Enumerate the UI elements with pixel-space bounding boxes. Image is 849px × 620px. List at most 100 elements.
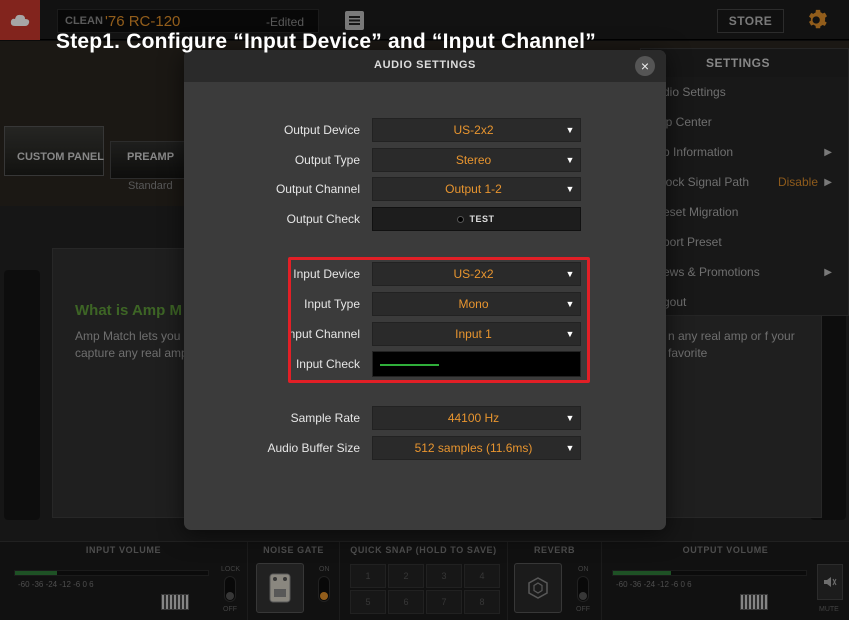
preamp-mode: Standard	[128, 180, 173, 192]
bottom-bar: INPUT VOLUME -60 -36 -24 -12 -6 0 6 LOCK…	[0, 541, 849, 620]
output-meter-ticks: -60 -36 -24 -12 -6 0 6	[616, 580, 692, 589]
input-volume-fader[interactable]	[161, 594, 189, 610]
output-device-value: US-2x2	[453, 123, 494, 137]
amp-match-text: Amp Match lets you capture any real amp	[75, 329, 188, 360]
buffer-size-dropdown[interactable]: 512 samples (11.6ms) ▼	[372, 436, 581, 460]
chevron-down-icon: ▼	[565, 413, 575, 423]
test-button-label: TEST	[469, 214, 495, 224]
menu-item-app-information[interactable]: p Information ▶	[641, 137, 848, 167]
noise-gate-toggle[interactable]	[318, 576, 330, 602]
menu-item-preset-migration[interactable]: eset Migration	[641, 197, 848, 227]
custom-panel-label[interactable]: CUSTOM PANEL	[17, 151, 104, 163]
on-label: ON	[319, 566, 330, 573]
preset-list-button[interactable]	[345, 11, 364, 30]
snap-slot[interactable]: 8	[464, 590, 500, 614]
menu-item-label: dio Settings	[663, 85, 726, 99]
lock-label: LOCK	[221, 566, 241, 573]
close-icon[interactable]: ×	[635, 56, 655, 76]
output-type-value: Stereo	[455, 153, 492, 167]
mute-label: MUTE	[819, 606, 839, 613]
menu-item-label: port Preset	[663, 235, 722, 249]
dialog-header: AUDIO SETTINGS ×	[184, 50, 666, 82]
preamp-label[interactable]: PREAMP	[127, 151, 174, 163]
chevron-right-icon: ▶	[824, 146, 832, 158]
reverb-toggle[interactable]	[577, 576, 589, 602]
output-volume-title: OUTPUT VOLUME	[682, 545, 769, 555]
off-label: OFF	[576, 606, 590, 613]
speaker-icon	[824, 577, 837, 587]
input-lock-toggle[interactable]	[224, 576, 236, 602]
preset-category: CLEAN	[65, 15, 103, 27]
settings-menu-title: SETTINGS	[641, 49, 848, 77]
gear-icon[interactable]	[807, 9, 829, 31]
input-meter-ticks: -60 -36 -24 -12 -6 0 6	[18, 580, 94, 589]
output-volume-section: OUTPUT VOLUME -60 -36 -24 -12 -6 0 6	[602, 542, 849, 620]
highlight-annotation	[288, 257, 590, 383]
output-type-dropdown[interactable]: Stereo ▼	[372, 148, 581, 172]
menu-item-audio-settings[interactable]: dio Settings	[641, 77, 848, 107]
output-volume-fader[interactable]	[740, 594, 768, 610]
reverb-title: REVERB	[533, 545, 576, 555]
buffer-size-value: 512 samples (11.6ms)	[414, 441, 533, 455]
menu-item-label: p Information	[663, 145, 734, 159]
output-channel-label: Output Channel	[275, 182, 360, 196]
noise-gate-button[interactable]	[256, 563, 304, 613]
menu-item-label: lp Center	[663, 115, 712, 129]
snap-slot[interactable]: 2	[388, 564, 424, 588]
input-level-meter	[14, 570, 209, 576]
output-type-label: Output Type	[294, 153, 360, 167]
menu-item-import-preset[interactable]: port Preset	[641, 227, 848, 257]
snap-slot[interactable]: 1	[350, 564, 386, 588]
chevron-right-icon: ▶	[824, 176, 832, 188]
menu-item-block-signal-path[interactable]: lock Signal Path Disable ▶	[641, 167, 848, 197]
output-level-meter	[612, 570, 807, 576]
menu-item-label: gout	[663, 295, 687, 309]
dialog-title: AUDIO SETTINGS	[374, 59, 476, 71]
menu-item-logout[interactable]: gout	[641, 287, 848, 317]
mute-button[interactable]	[817, 564, 843, 600]
pedal-icon	[269, 573, 291, 603]
test-button[interactable]: TEST	[372, 207, 581, 231]
cloud-icon	[10, 14, 30, 26]
preset-name: '76 RC-120	[105, 13, 181, 30]
amp-match-title: What is Amp M	[75, 302, 182, 319]
output-device-dropdown[interactable]: US-2x2 ▼	[372, 118, 581, 142]
reverb-button[interactable]	[514, 563, 562, 613]
left-speaker-panel	[4, 270, 40, 520]
input-volume-title: INPUT VOLUME	[85, 545, 162, 555]
test-dot-icon	[458, 216, 464, 222]
quick-snap-title: QUICK SNAP (HOLD TO SAVE)	[350, 545, 497, 555]
chevron-right-icon: ▶	[824, 266, 832, 278]
menu-item-news-promotions[interactable]: ews & Promotions ▶	[641, 257, 848, 287]
settings-menu: SETTINGS dio Settings lp Center p Inform…	[640, 48, 849, 316]
output-check-label: Output Check	[286, 212, 360, 226]
cloud-logo-button[interactable]	[0, 0, 40, 40]
step-instruction-title: Step1. Configure “Input Device” and “Inp…	[56, 30, 596, 53]
chevron-down-icon: ▼	[565, 125, 575, 135]
snap-slot[interactable]: 3	[426, 564, 462, 588]
output-channel-value: Output 1-2	[445, 182, 502, 196]
sample-rate-label: Sample Rate	[290, 411, 360, 425]
snap-slot[interactable]: 5	[350, 590, 386, 614]
quick-snap-grid: 1 2 3 4 5 6 7 8	[350, 564, 500, 614]
audio-settings-dialog: AUDIO SETTINGS × Output Device US-2x2 ▼ …	[184, 50, 666, 530]
amp-match-text-right: n any real amp or f your favorite	[668, 329, 795, 360]
preset-edited-status: -Edited	[265, 15, 304, 29]
list-icon	[349, 16, 360, 25]
reverb-cube-icon	[528, 577, 548, 599]
input-volume-section: INPUT VOLUME -60 -36 -24 -12 -6 0 6 LOCK…	[0, 542, 248, 620]
buffer-size-label: Audio Buffer Size	[267, 441, 360, 455]
menu-item-label: lock Signal Path	[663, 175, 750, 189]
menu-item-help-center[interactable]: lp Center	[641, 107, 848, 137]
snap-slot[interactable]: 6	[388, 590, 424, 614]
snap-slot[interactable]: 7	[426, 590, 462, 614]
output-device-label: Output Device	[283, 123, 360, 137]
signal-path-status: Disable	[777, 175, 818, 189]
output-channel-dropdown[interactable]: Output 1-2 ▼	[372, 177, 581, 201]
store-button[interactable]: STORE	[717, 9, 784, 33]
snap-slot[interactable]: 4	[464, 564, 500, 588]
noise-gate-title: NOISE GATE	[263, 545, 324, 555]
sample-rate-dropdown[interactable]: 44100 Hz ▼	[372, 406, 581, 430]
sample-rate-value: 44100 Hz	[447, 411, 500, 425]
chevron-down-icon: ▼	[565, 443, 575, 453]
